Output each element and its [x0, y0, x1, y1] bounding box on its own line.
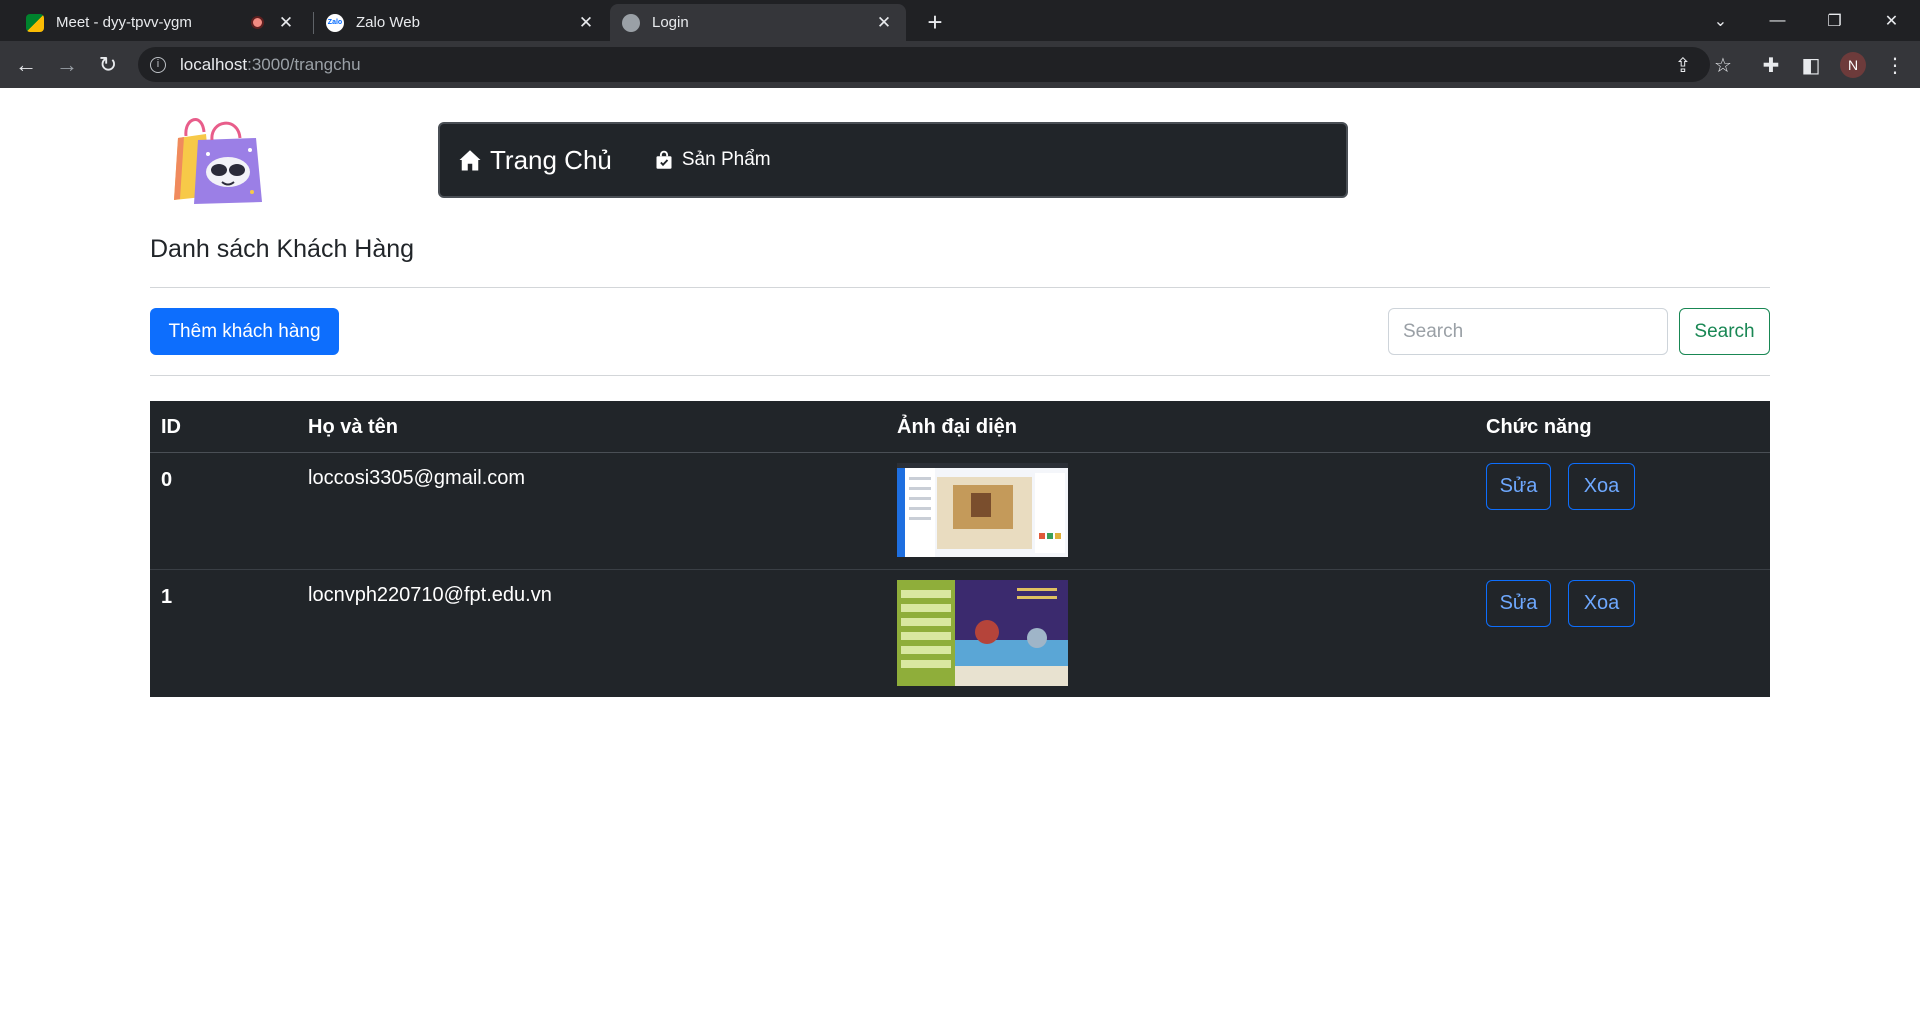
url-path: :3000/trangchu: [247, 54, 361, 74]
tab-title: Zalo Web: [356, 14, 420, 31]
tab-zalo[interactable]: Zalo Zalo Web ✕: [314, 4, 608, 41]
page-title: Danh sách Khách Hàng: [150, 235, 415, 263]
table-header: ID Họ và tên Ảnh đại diện Chức năng: [150, 401, 1770, 453]
cell-name: loccosi3305@gmail.com: [308, 467, 526, 489]
table-row: 1 locnvph220710@fpt.edu.vn Sửa Xoa: [150, 570, 1770, 697]
google-meet-icon: [26, 13, 44, 32]
browser-tab-strip: Meet - dyy-tpvv-ygm ✕ Zalo Zalo Web ✕ Lo…: [0, 0, 1920, 41]
tab-search-chevron-icon[interactable]: ⌄: [1692, 0, 1749, 41]
column-header-id: ID: [161, 416, 181, 438]
bookmark-star-icon[interactable]: ☆: [1708, 49, 1738, 81]
tab-title: Meet - dyy-tpvv-ygm: [56, 14, 192, 31]
minimize-icon[interactable]: —: [1749, 0, 1806, 41]
house-icon: [459, 150, 481, 171]
divider: [150, 287, 1770, 288]
delete-button[interactable]: Xoa: [1568, 580, 1635, 627]
reload-icon[interactable]: ↻: [92, 49, 124, 81]
zalo-icon: Zalo: [326, 13, 344, 32]
customer-table: ID Họ và tên Ảnh đại diện Chức năng 0 lo…: [150, 401, 1770, 697]
cell-name: locnvph220710@fpt.edu.vn: [308, 584, 552, 606]
tab-meet[interactable]: Meet - dyy-tpvv-ygm ✕: [14, 4, 308, 41]
avatar-thumbnail: [897, 463, 1068, 562]
back-arrow-icon[interactable]: ←: [10, 49, 42, 81]
edit-button[interactable]: Sửa: [1486, 463, 1551, 510]
table-row: 0 loccosi3305@gmail.com Sửa Xoa: [150, 453, 1770, 570]
url-host: localhost: [180, 54, 248, 74]
forward-arrow-icon[interactable]: →: [51, 49, 83, 81]
new-tab-button[interactable]: +: [920, 8, 950, 38]
shopping-bag-icon: [656, 150, 672, 169]
close-icon[interactable]: ✕: [874, 13, 894, 33]
share-icon[interactable]: ⇪: [1668, 49, 1698, 81]
nav-products-link[interactable]: Sản Phẩm: [654, 149, 771, 171]
tab-title: Login: [652, 14, 689, 31]
divider: [150, 375, 1770, 376]
cell-id: 0: [161, 469, 173, 491]
extensions-puzzle-icon[interactable]: ✚: [1756, 49, 1786, 81]
browser-toolbar: ← → ↻ i localhost:3000/trangchu ⇪ ☆ ✚ ◧ …: [0, 41, 1920, 88]
window-close-icon[interactable]: ✕: [1863, 0, 1920, 41]
nav-home-link[interactable]: Trang Chủ: [458, 145, 612, 176]
nav-products-label: Sản Phẩm: [681, 149, 771, 170]
close-icon[interactable]: ✕: [276, 13, 296, 33]
restore-icon[interactable]: ❐: [1806, 0, 1863, 41]
site-info-icon[interactable]: i: [150, 56, 166, 73]
menu-kebab-icon[interactable]: ⋮: [1880, 49, 1910, 81]
page-content: Trang Chủ Sản Phẩm Danh sách Khách Hàng …: [0, 88, 1920, 1030]
address-bar[interactable]: i localhost:3000/trangchu: [138, 47, 1710, 82]
avatar-thumbnail: [897, 580, 1068, 691]
search-button[interactable]: Search: [1679, 308, 1770, 355]
add-customer-button[interactable]: Thêm khách hàng: [150, 308, 339, 355]
globe-icon: [622, 13, 640, 32]
cell-id: 1: [161, 586, 173, 608]
side-panel-icon[interactable]: ◧: [1796, 49, 1826, 81]
column-header-actions: Chức năng: [1486, 416, 1592, 438]
tab-login[interactable]: Login ✕: [610, 4, 906, 41]
top-navbar: Trang Chủ Sản Phẩm: [438, 122, 1348, 198]
recording-icon: [251, 16, 264, 29]
column-header-avatar: Ảnh đại diện: [897, 416, 1017, 438]
edit-button[interactable]: Sửa: [1486, 580, 1551, 627]
search-input[interactable]: [1388, 308, 1668, 355]
profile-avatar[interactable]: N: [1840, 52, 1866, 78]
delete-button[interactable]: Xoa: [1568, 463, 1635, 510]
nav-home-label: Trang Chủ: [490, 144, 612, 175]
column-header-name: Họ và tên: [308, 416, 399, 438]
shopping-bags-logo[interactable]: [168, 110, 268, 204]
close-icon[interactable]: ✕: [576, 13, 596, 33]
